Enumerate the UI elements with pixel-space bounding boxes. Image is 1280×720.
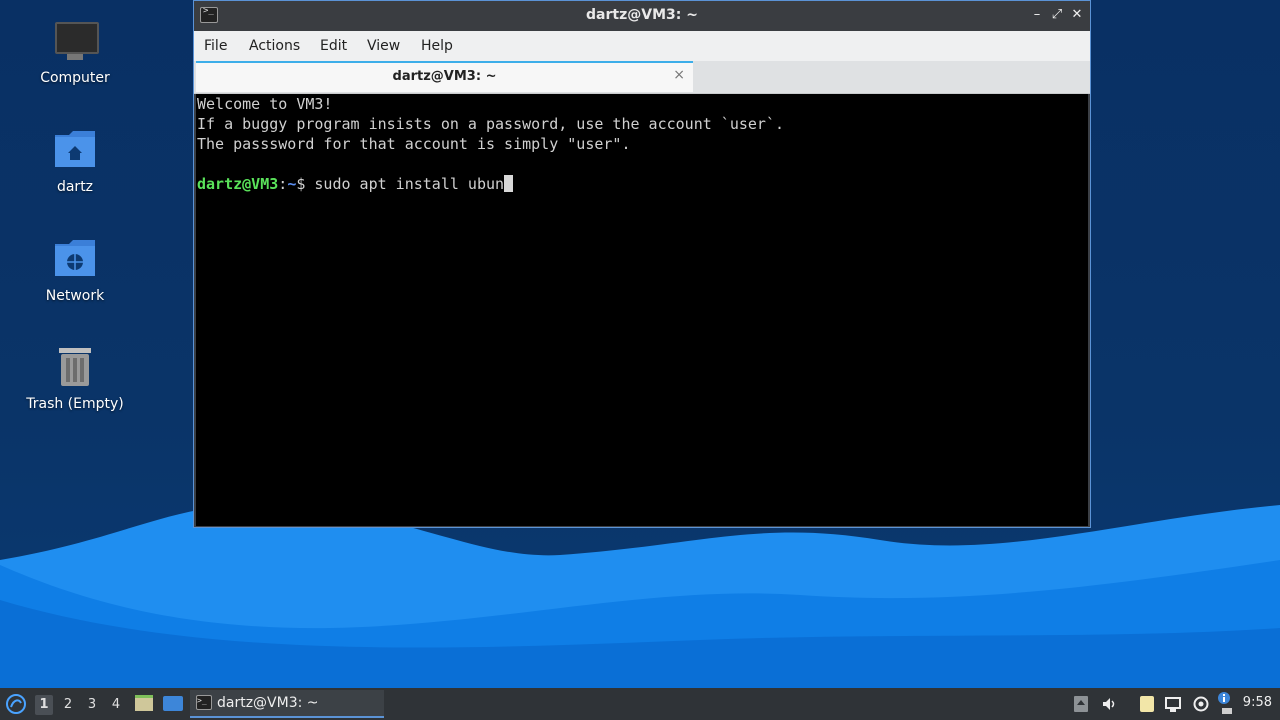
terminal-window: >_ dartz@VM3: ~ – ⤢ ✕ File Actions Edit … — [193, 0, 1091, 528]
volume-icon[interactable] — [1101, 696, 1117, 712]
menu-bar: File Actions Edit View Help — [194, 31, 1090, 61]
desktop-icon-dartz[interactable]: dartz — [15, 129, 135, 195]
terminal-line: Welcome to VM3! — [197, 95, 333, 113]
desktop-icon-computer[interactable]: Computer — [15, 20, 135, 86]
menu-view[interactable]: View — [367, 38, 400, 54]
menu-help[interactable]: Help — [421, 38, 453, 54]
desktop-icon-network[interactable]: Network — [15, 238, 135, 304]
prompt-path: ~ — [287, 175, 297, 193]
tab-terminal[interactable]: dartz@VM3: ~ × — [196, 61, 693, 92]
menu-file[interactable]: File — [204, 38, 227, 54]
desktop-icon-label: Network — [45, 288, 105, 304]
menu-actions[interactable]: Actions — [249, 38, 300, 54]
terminal-icon: >_ — [196, 695, 212, 710]
terminal-line: The passsword for that account is simply… — [197, 135, 631, 153]
battery-icon — [1222, 708, 1232, 714]
monitor-icon — [53, 20, 99, 64]
tab-bar: dartz@VM3: ~ × — [194, 61, 1090, 94]
desktop-icon-label: Trash (Empty) — [26, 396, 124, 412]
window-title: dartz@VM3: ~ — [586, 7, 698, 23]
update-notifier-icon[interactable] — [1193, 696, 1209, 712]
desktop-icon-label: Computer — [40, 70, 110, 86]
text-cursor — [504, 175, 514, 192]
desktop-switch-1[interactable]: 1 — [35, 695, 53, 715]
file-manager-launcher[interactable] — [135, 688, 153, 720]
prompt-user: dartz@VM3 — [197, 175, 279, 193]
terminal-prompt-line: dartz@VM3:~$ sudo apt install ubun — [197, 174, 514, 194]
desktop-icon-label: dartz — [56, 179, 94, 195]
terminal-line: If a buggy program insists on a password… — [197, 115, 784, 133]
maximize-button[interactable]: ⤢ — [1049, 7, 1065, 23]
terminal-output[interactable]: Welcome to VM3! If a buggy program insis… — [196, 94, 1088, 526]
show-desktop-icon — [163, 696, 183, 711]
task-label: dartz@VM3: ~ — [217, 695, 319, 711]
desktop-icon-trash[interactable]: Trash (Empty) — [15, 346, 135, 412]
network-folder-icon — [53, 238, 97, 282]
taskbar: 1 2 3 4 >_ dartz@VM3: ~ 9:58 — [0, 688, 1280, 720]
info-icon[interactable] — [1217, 691, 1231, 705]
menu-edit[interactable]: Edit — [320, 38, 347, 54]
taskbar-task-terminal[interactable]: >_ dartz@VM3: ~ — [190, 690, 384, 718]
desktop-switch-4[interactable]: 4 — [107, 695, 125, 715]
terminal-command: sudo apt install ubun — [305, 175, 505, 193]
window-titlebar[interactable]: >_ dartz@VM3: ~ – ⤢ ✕ — [194, 1, 1090, 31]
show-desktop-launcher[interactable] — [163, 688, 183, 720]
lubuntu-logo-icon — [6, 694, 26, 714]
desktop-switch-2[interactable]: 2 — [59, 695, 77, 715]
minimize-button[interactable]: – — [1029, 7, 1045, 23]
start-menu-button[interactable] — [5, 688, 27, 720]
tab-label: dartz@VM3: ~ — [392, 69, 497, 84]
clock[interactable]: 9:58 — [1243, 695, 1272, 710]
tab-close-button[interactable]: × — [673, 67, 685, 83]
home-folder-icon — [53, 129, 97, 173]
close-button[interactable]: ✕ — [1069, 7, 1085, 23]
prompt-separator: : — [278, 175, 288, 193]
file-manager-icon — [135, 695, 153, 711]
tray-arrow-icon[interactable] — [1073, 696, 1089, 712]
desktop-switch-3[interactable]: 3 — [83, 695, 101, 715]
network-monitor-icon[interactable] — [1165, 696, 1183, 712]
clipboard-icon[interactable] — [1139, 696, 1155, 712]
trash-icon — [53, 346, 97, 390]
